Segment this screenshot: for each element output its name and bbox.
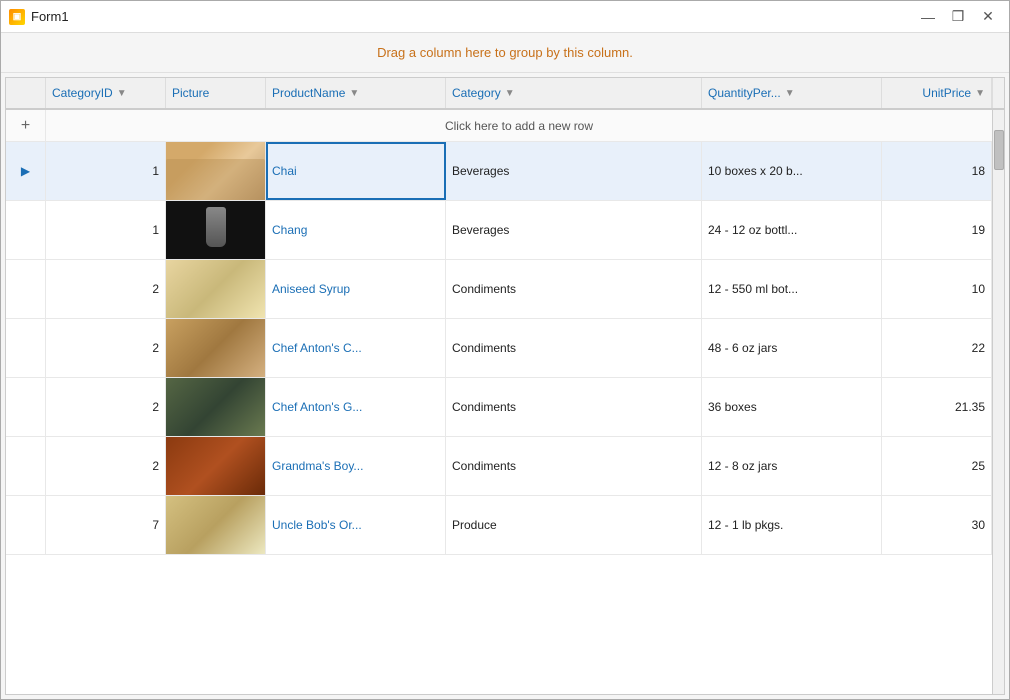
header-scrollbar-space (992, 78, 1004, 108)
cell-qty-0: 10 boxes x 20 b... (702, 142, 882, 200)
food-image-4 (166, 378, 265, 436)
cell-product-name-5[interactable]: Grandma's Boy... (266, 437, 446, 495)
add-row-message[interactable]: Click here to add a new row (46, 119, 992, 133)
cell-picture-2 (166, 260, 266, 318)
food-image-1 (166, 201, 265, 259)
minimize-button[interactable]: — (915, 7, 941, 27)
cell-qty-1: 24 - 12 oz bottl... (702, 201, 882, 259)
cell-price-4: 21.35 (882, 378, 992, 436)
cell-price-6: 30 (882, 496, 992, 554)
row-indicator-4 (6, 378, 46, 436)
cell-category-id-4: 2 (46, 378, 166, 436)
header-picture[interactable]: Picture (166, 78, 266, 108)
food-image-6 (166, 496, 265, 554)
cell-category-id-3: 2 (46, 319, 166, 377)
window-controls: — ❒ ✕ (915, 7, 1001, 27)
food-image-0 (166, 142, 265, 200)
cell-product-name-0[interactable]: Chai (266, 142, 446, 200)
add-row-bar: + Click here to add a new row (6, 110, 992, 142)
cell-product-name-4[interactable]: Chef Anton's G... (266, 378, 446, 436)
cell-category-id-0: 1 (46, 142, 166, 200)
cell-picture-6 (166, 496, 266, 554)
table-row[interactable]: 2 Chef Anton's C... Condiments 48 - 6 oz… (6, 319, 992, 378)
cell-price-2: 10 (882, 260, 992, 318)
row-indicator-2 (6, 260, 46, 318)
header-category[interactable]: Category ▼ (446, 78, 702, 108)
price-filter-icon[interactable]: ▼ (975, 88, 985, 99)
grid-rows-area: + Click here to add a new row ▶ 1 Chai B… (6, 110, 992, 694)
table-row[interactable]: 2 Aniseed Syrup Condiments 12 - 550 ml b… (6, 260, 992, 319)
data-grid: CategoryID ▼ Picture ProductName ▼ Categ… (5, 77, 1005, 695)
cell-category-3: Condiments (446, 319, 702, 377)
cell-price-0: 18 (882, 142, 992, 200)
grid-body-container: + Click here to add a new row ▶ 1 Chai B… (6, 110, 1004, 694)
cell-category-1: Beverages (446, 201, 702, 259)
cell-price-3: 22 (882, 319, 992, 377)
cell-price-5: 25 (882, 437, 992, 495)
table-row[interactable]: 7 Uncle Bob's Or... Produce 12 - 1 lb pk… (6, 496, 992, 555)
cell-qty-2: 12 - 550 ml bot... (702, 260, 882, 318)
cell-picture-5 (166, 437, 266, 495)
cell-category-id-5: 2 (46, 437, 166, 495)
product-name-filter-icon[interactable]: ▼ (349, 88, 359, 99)
drag-group-banner: Drag a column here to group by this colu… (1, 33, 1009, 73)
cell-product-name-1[interactable]: Chang (266, 201, 446, 259)
data-rows-container: ▶ 1 Chai Beverages 10 boxes x 20 b... 18… (6, 142, 992, 555)
cell-product-name-3[interactable]: Chef Anton's C... (266, 319, 446, 377)
grid-header: CategoryID ▼ Picture ProductName ▼ Categ… (6, 78, 1004, 110)
cell-qty-6: 12 - 1 lb pkgs. (702, 496, 882, 554)
table-row[interactable]: 2 Chef Anton's G... Condiments 36 boxes … (6, 378, 992, 437)
main-window: ▣ Form1 — ❒ ✕ Drag a column here to grou… (0, 0, 1010, 700)
header-unit-price[interactable]: UnitPrice ▼ (882, 78, 992, 108)
drag-banner-text: Drag a column here to group by this colu… (377, 45, 633, 60)
cell-product-name-6[interactable]: Uncle Bob's Or... (266, 496, 446, 554)
app-icon: ▣ (9, 9, 25, 25)
cell-category-id-1: 1 (46, 201, 166, 259)
row-indicator-6 (6, 496, 46, 554)
add-row-plus-icon[interactable]: + (6, 110, 46, 141)
table-row[interactable]: 1 Chang Beverages 24 - 12 oz bottl... 19 (6, 201, 992, 260)
row-indicator-5 (6, 437, 46, 495)
cell-qty-3: 48 - 6 oz jars (702, 319, 882, 377)
cell-category-4: Condiments (446, 378, 702, 436)
title-bar-left: ▣ Form1 (9, 9, 69, 25)
food-image-2 (166, 260, 265, 318)
maximize-button[interactable]: ❒ (945, 7, 971, 27)
window-title: Form1 (31, 9, 69, 24)
cell-category-id-6: 7 (46, 496, 166, 554)
title-bar: ▣ Form1 — ❒ ✕ (1, 1, 1009, 33)
header-quantity-per[interactable]: QuantityPer... ▼ (702, 78, 882, 108)
cell-category-0: Beverages (446, 142, 702, 200)
cell-category-5: Condiments (446, 437, 702, 495)
scrollbar-thumb[interactable] (994, 130, 1004, 170)
header-row-indicator (6, 78, 46, 108)
cell-category-id-2: 2 (46, 260, 166, 318)
table-row[interactable]: ▶ 1 Chai Beverages 10 boxes x 20 b... 18 (6, 142, 992, 201)
cell-qty-4: 36 boxes (702, 378, 882, 436)
category-filter-icon[interactable]: ▼ (505, 88, 515, 99)
food-image-3 (166, 319, 265, 377)
table-row[interactable]: 2 Grandma's Boy... Condiments 12 - 8 oz … (6, 437, 992, 496)
header-product-name[interactable]: ProductName ▼ (266, 78, 446, 108)
qty-filter-icon[interactable]: ▼ (785, 88, 795, 99)
category-id-filter-icon[interactable]: ▼ (117, 88, 127, 99)
row-indicator-1 (6, 201, 46, 259)
close-button[interactable]: ✕ (975, 7, 1001, 27)
vertical-scrollbar[interactable] (992, 110, 1004, 694)
cell-price-1: 19 (882, 201, 992, 259)
cell-category-6: Produce (446, 496, 702, 554)
cell-picture-4 (166, 378, 266, 436)
cell-qty-5: 12 - 8 oz jars (702, 437, 882, 495)
cell-category-2: Condiments (446, 260, 702, 318)
cell-picture-0 (166, 142, 266, 200)
row-indicator-0: ▶ (6, 142, 46, 200)
cell-product-name-2[interactable]: Aniseed Syrup (266, 260, 446, 318)
cell-picture-1 (166, 201, 266, 259)
food-image-5 (166, 437, 265, 495)
row-indicator-3 (6, 319, 46, 377)
cell-picture-3 (166, 319, 266, 377)
header-category-id[interactable]: CategoryID ▼ (46, 78, 166, 108)
